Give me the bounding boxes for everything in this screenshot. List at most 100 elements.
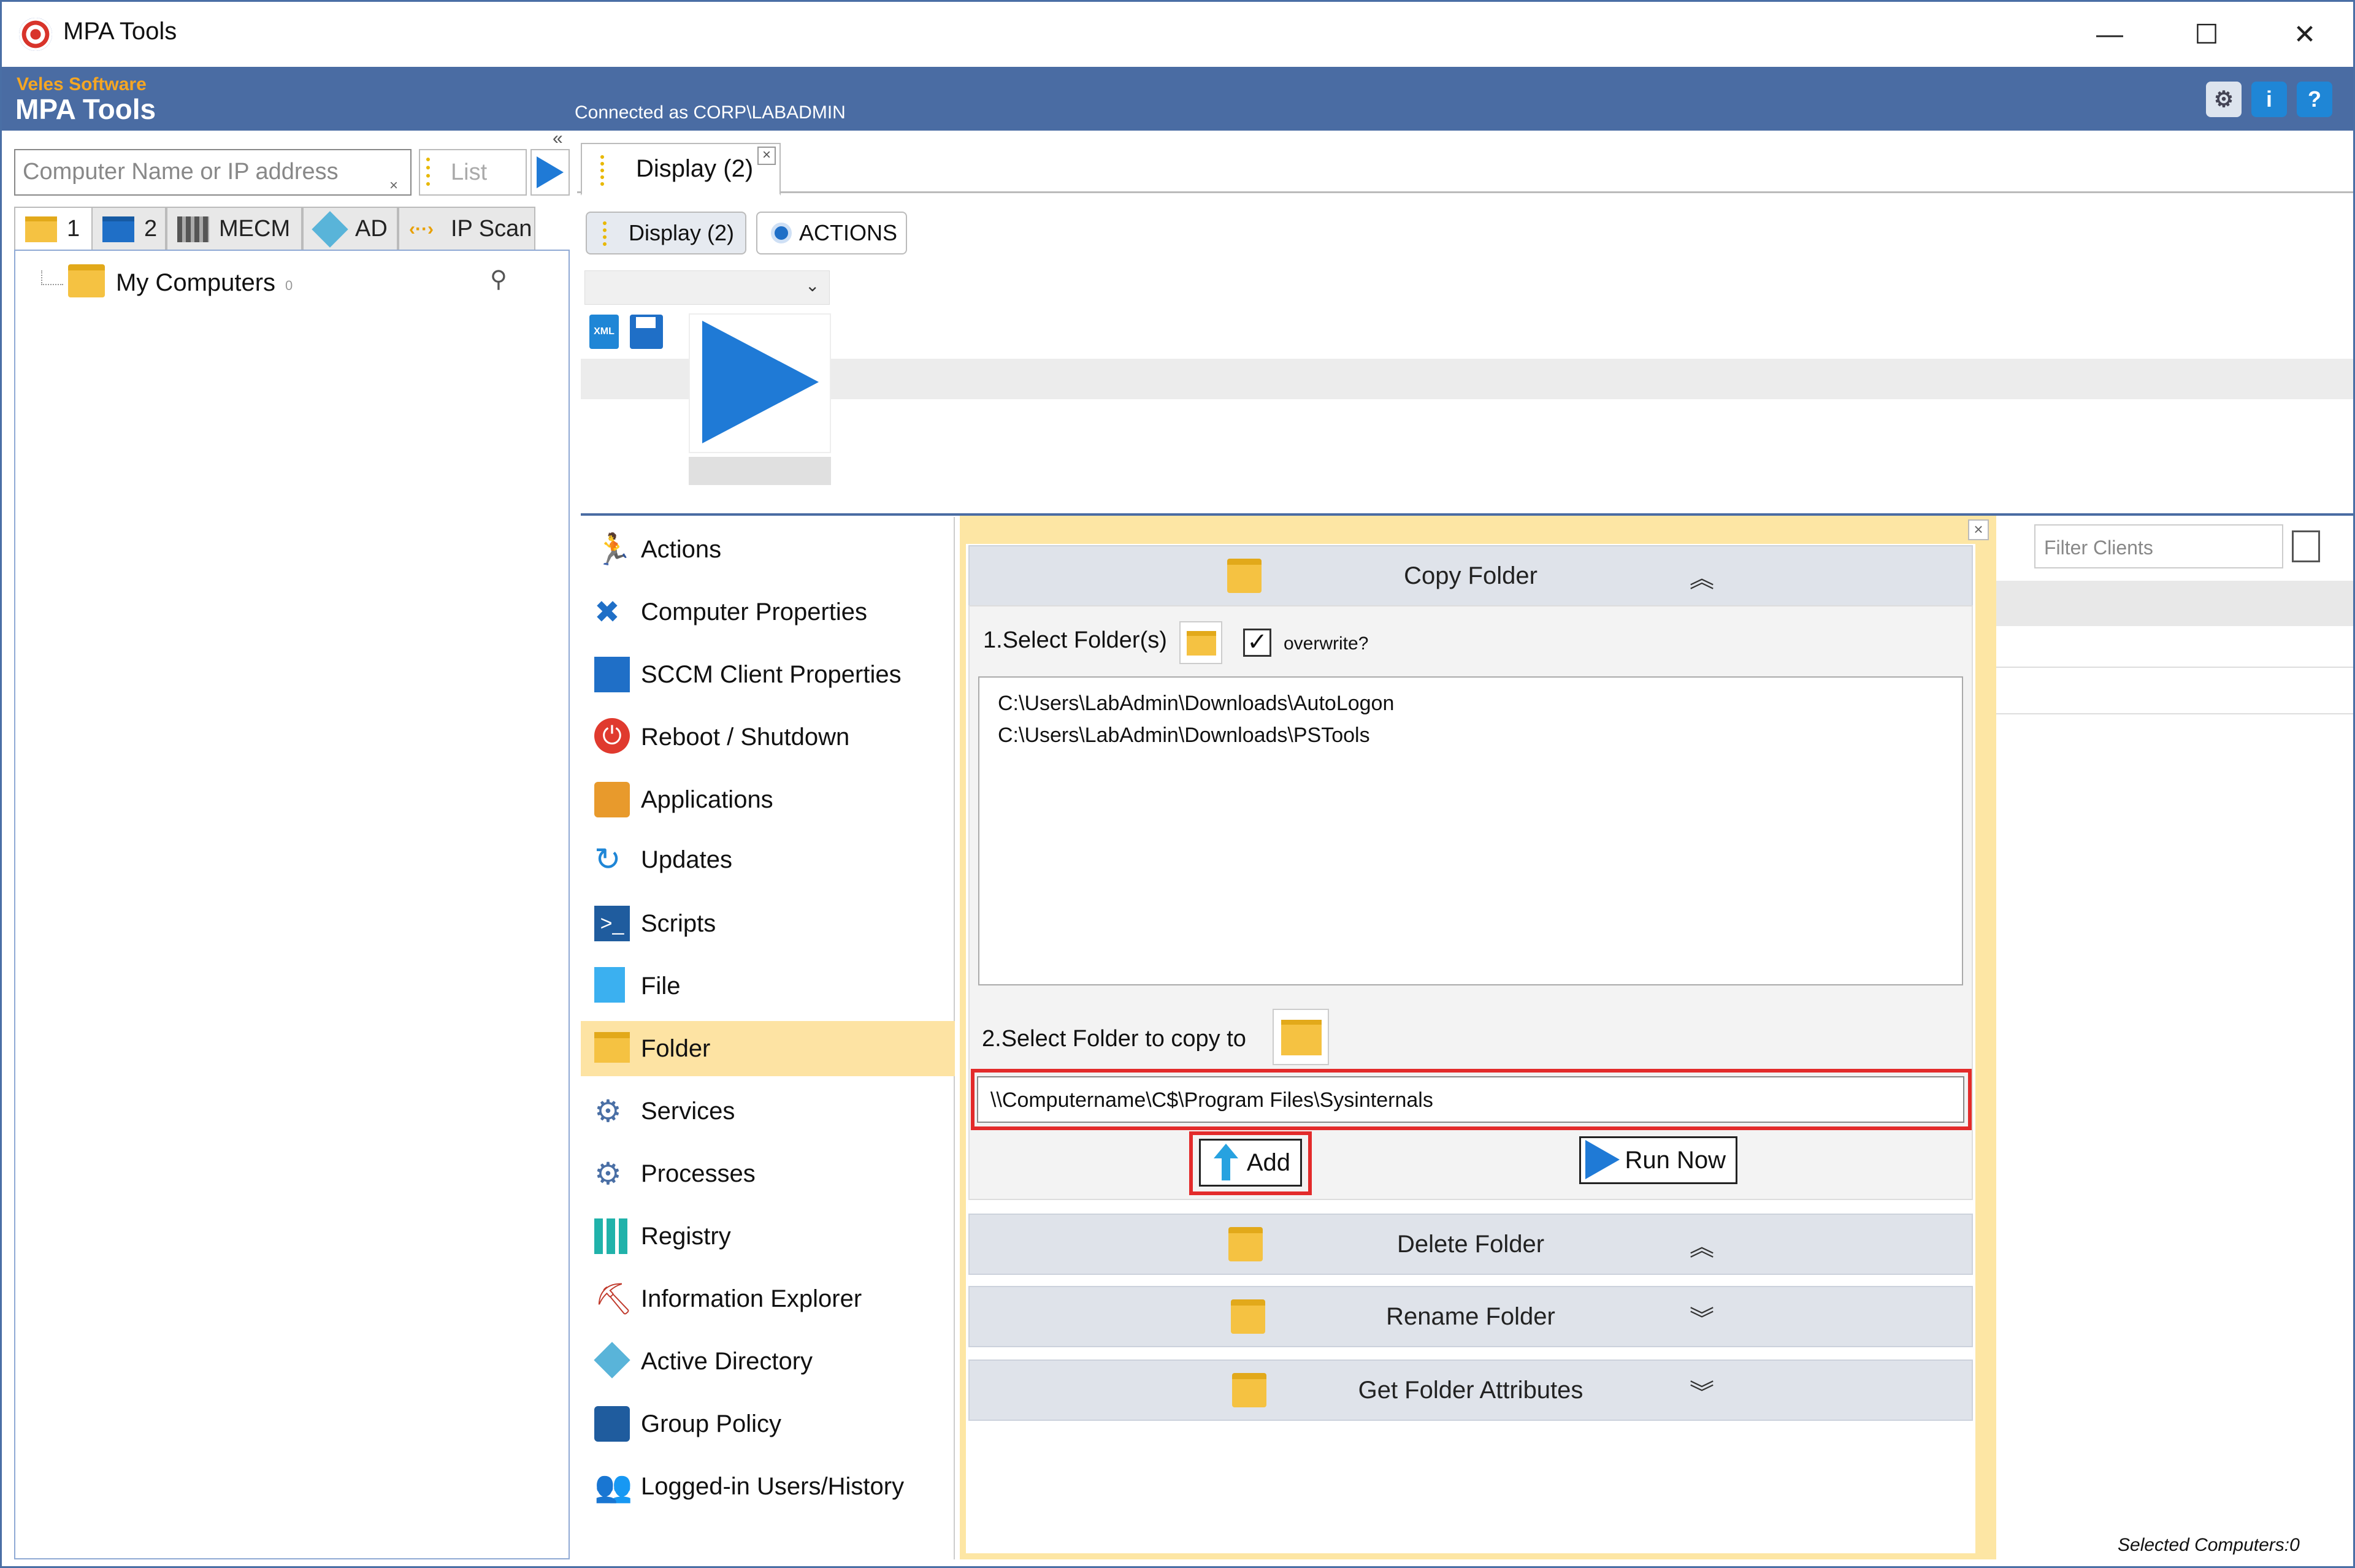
delete-folder-icon	[1228, 1227, 1263, 1261]
delete-folder-header[interactable]: Delete Folder	[968, 1214, 1973, 1275]
nav-item-reboot-shutdown[interactable]: Reboot / Shutdown	[581, 709, 955, 765]
tab-ad[interactable]: AD	[302, 207, 398, 251]
rename-folder-icon	[1231, 1299, 1265, 1334]
tools-icon: ✖	[594, 595, 620, 629]
nav-label: Actions	[641, 535, 722, 563]
tree-connector	[41, 270, 63, 285]
collapse-chevron-icon[interactable]: ︽	[1690, 1227, 1714, 1263]
close-tab-icon[interactable]: ×	[757, 147, 776, 165]
terminal-icon: >_	[594, 906, 630, 941]
filter-clients-input[interactable]: Filter Clients	[2034, 524, 2283, 568]
minimize-button[interactable]: —	[2064, 2, 2156, 67]
collapse-chevron-icon[interactable]: ︽	[1690, 559, 1714, 594]
active-directory-icon	[312, 211, 348, 248]
up-arrow-icon	[1214, 1144, 1238, 1180]
maximize-button[interactable]: ☐	[2161, 2, 2253, 67]
folder-attributes-header[interactable]: Get Folder Attributes	[968, 1360, 1973, 1421]
nav-item-applications[interactable]: Applications	[581, 772, 955, 827]
section-title: Copy Folder	[1404, 562, 1537, 589]
users-icon: 👥	[594, 1469, 633, 1504]
destination-input[interactable]: \\Computername\C$\Program Files\Sysinter…	[977, 1076, 1964, 1123]
expand-chevron-icon[interactable]: ︾	[1690, 1373, 1714, 1409]
group-policy-icon	[594, 1406, 630, 1442]
save-icon[interactable]	[630, 315, 663, 349]
app-header	[2, 67, 2353, 131]
nav-item-group-policy[interactable]: Group Policy	[581, 1396, 955, 1451]
overwrite-checkbox[interactable]: ✓	[1243, 629, 1271, 657]
nav-item-sccm-client-properties[interactable]: SCCM Client Properties	[581, 647, 955, 702]
folder-attributes-icon	[1232, 1373, 1266, 1407]
display-icon	[603, 221, 614, 246]
tree-item-my-computers[interactable]: My Computers	[116, 269, 275, 297]
folder-icon	[594, 1032, 630, 1063]
list-item[interactable]: C:\Users\LabAdmin\Downloads\PSTools	[998, 719, 1943, 751]
tab-mecm[interactable]: MECM	[166, 207, 302, 251]
nav-item-information-explorer[interactable]: Information Explorer	[581, 1271, 955, 1326]
copy-folder-header[interactable]: Copy Folder	[968, 545, 1973, 606]
nav-item-computer-properties[interactable]: Computer Properties	[581, 584, 955, 640]
nav-item-logged-in-users[interactable]: Logged-in Users/History	[581, 1459, 955, 1514]
app-window: MPA Tools — ☐ ✕ Veles Software MPA Tools…	[0, 0, 2355, 1568]
subtab-label: ACTIONS	[799, 220, 898, 245]
info-icon[interactable]: i	[2251, 82, 2287, 117]
rename-folder-header[interactable]: Rename Folder	[968, 1286, 1973, 1347]
toolbar-band	[581, 359, 2353, 399]
nav-item-actions[interactable]: Actions	[581, 522, 955, 577]
run-button-caption	[689, 457, 831, 485]
button-label: Add	[1246, 1149, 1290, 1176]
export-report-icon[interactable]	[2292, 530, 2320, 562]
nav-item-processes[interactable]: Processes	[581, 1146, 955, 1201]
tab-group-2[interactable]: 2	[91, 207, 166, 251]
chevron-down-icon[interactable]: ⌄	[805, 275, 819, 296]
selected-folders-list[interactable]: C:\Users\LabAdmin\Downloads\AutoLogon C:…	[978, 676, 1963, 985]
nav-item-scripts[interactable]: Scripts	[581, 896, 955, 951]
display-combo[interactable]	[584, 270, 830, 305]
nav-label: File	[641, 972, 681, 1000]
collapse-panel-icon[interactable]: «	[553, 128, 563, 149]
document-tab-strip	[577, 140, 2353, 193]
processes-icon: ⚙	[594, 1157, 622, 1191]
briefcase-icon	[594, 782, 630, 817]
registry-icon	[594, 1218, 630, 1254]
help-icon[interactable]: ?	[2297, 82, 2332, 117]
brand-product: MPA Tools	[15, 93, 156, 125]
actions-icon	[771, 223, 792, 243]
tab-label: AD	[355, 215, 388, 242]
services-gear-icon: ⚙	[594, 1094, 622, 1128]
tab-label: MECM	[219, 215, 291, 242]
folder-icon	[68, 264, 105, 297]
tree-search-icon[interactable]: ⚲	[490, 266, 507, 293]
section-title: Get Folder Attributes	[1358, 1376, 1583, 1404]
expand-chevron-icon[interactable]: ︾	[1690, 1299, 1714, 1335]
settings-gear-icon[interactable]: ⚙	[2206, 82, 2242, 117]
tab-label: 1	[67, 215, 80, 242]
computer-name-input[interactable]: Computer Name or IP address	[14, 149, 412, 196]
copy-folder-icon	[1227, 559, 1262, 593]
close-button[interactable]: ✕	[2259, 2, 2351, 67]
list-item[interactable]: C:\Users\LabAdmin\Downloads\AutoLogon	[998, 687, 1943, 719]
clear-input-icon[interactable]: ×	[389, 177, 398, 194]
nav-label: Registry	[641, 1222, 731, 1250]
nav-item-updates[interactable]: Updates	[581, 832, 955, 887]
nav-item-registry[interactable]: Registry	[581, 1209, 955, 1264]
export-xml-icon[interactable]: XML	[589, 315, 619, 349]
nav-label: Applications	[641, 786, 773, 813]
file-icon	[594, 967, 625, 1003]
tab-ip-scan[interactable]: ‹··› IP Scan	[398, 207, 535, 251]
folder-icon	[25, 216, 57, 242]
nav-item-active-directory[interactable]: Active Directory	[581, 1334, 955, 1389]
nav-item-folder[interactable]: Folder	[581, 1021, 955, 1076]
nav-item-file[interactable]: File	[581, 958, 955, 1014]
close-panel-icon[interactable]: ×	[1968, 519, 1989, 540]
nav-label: Updates	[641, 846, 732, 873]
nav-label: Folder	[641, 1034, 711, 1062]
section-title: Rename Folder	[1386, 1302, 1555, 1330]
tree-item-count: 0	[285, 278, 293, 293]
tab-group-1[interactable]: 1	[14, 207, 93, 251]
play-icon	[702, 321, 819, 443]
display-icon	[600, 155, 613, 186]
nav-item-services[interactable]: Services	[581, 1084, 955, 1139]
select-folders-button[interactable]	[1179, 621, 1222, 664]
select-destination-button[interactable]	[1273, 1009, 1329, 1065]
title-bar: MPA Tools — ☐ ✕	[2, 2, 2353, 67]
